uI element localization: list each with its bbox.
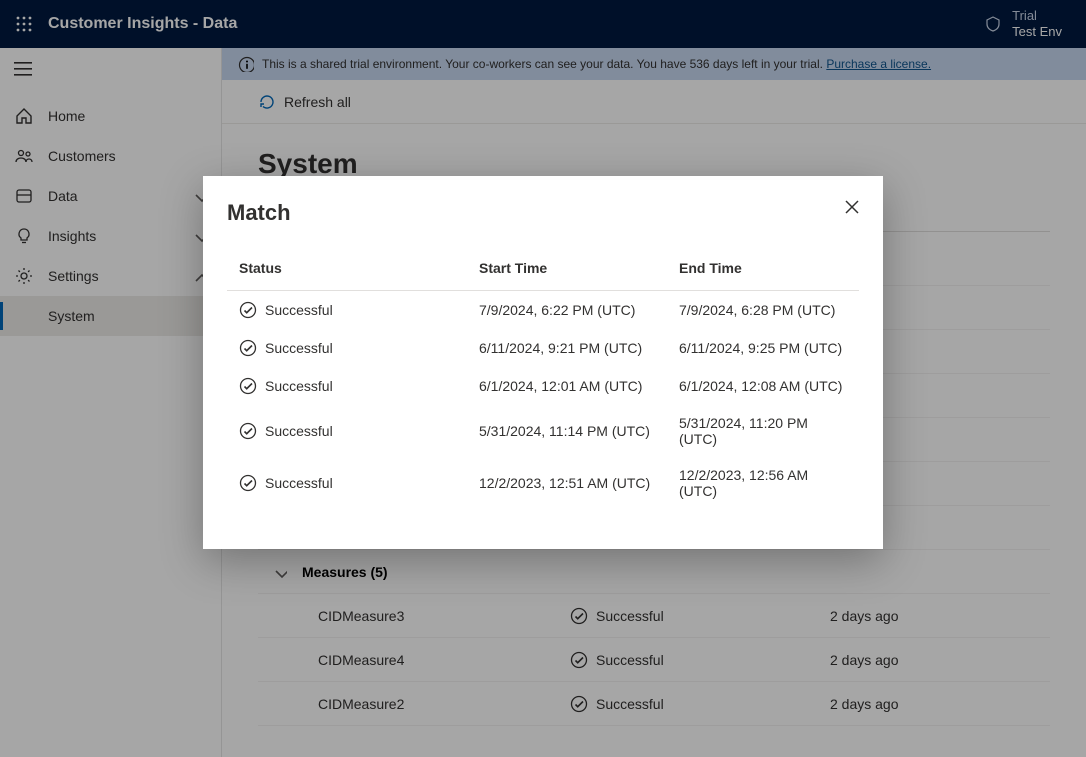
- row-start-time: 6/1/2024, 12:01 AM (UTC): [479, 378, 679, 394]
- modal-overlay[interactable]: Match Status Start Time End Time Success…: [0, 0, 1086, 757]
- close-icon: [843, 198, 861, 216]
- row-start-time: 5/31/2024, 11:14 PM (UTC): [479, 423, 679, 439]
- row-end-time: 6/11/2024, 9:25 PM (UTC): [679, 340, 847, 356]
- row-start-time: 6/11/2024, 9:21 PM (UTC): [479, 340, 679, 356]
- row-end-time: 12/2/2023, 12:56 AM (UTC): [679, 467, 847, 499]
- check-circle-icon: [239, 377, 257, 395]
- row-status: Successful: [239, 377, 479, 395]
- modal-title: Match: [227, 200, 859, 226]
- row-status: Successful: [239, 474, 479, 492]
- check-circle-icon: [239, 301, 257, 319]
- row-end-time: 6/1/2024, 12:08 AM (UTC): [679, 378, 847, 394]
- col-status: Status: [239, 260, 479, 276]
- row-start-time: 12/2/2023, 12:51 AM (UTC): [479, 475, 679, 491]
- modal-row: Successful 12/2/2023, 12:51 AM (UTC) 12/…: [227, 457, 859, 509]
- modal-row: Successful 6/1/2024, 12:01 AM (UTC) 6/1/…: [227, 367, 859, 405]
- col-end: End Time: [679, 260, 847, 276]
- row-start-time: 7/9/2024, 6:22 PM (UTC): [479, 302, 679, 318]
- row-end-time: 5/31/2024, 11:20 PM (UTC): [679, 415, 847, 447]
- row-status: Successful: [239, 422, 479, 440]
- row-status: Successful: [239, 339, 479, 357]
- modal-row: Successful 7/9/2024, 6:22 PM (UTC) 7/9/2…: [227, 291, 859, 329]
- modal-row: Successful 6/11/2024, 9:21 PM (UTC) 6/11…: [227, 329, 859, 367]
- modal-row: Successful 5/31/2024, 11:14 PM (UTC) 5/3…: [227, 405, 859, 457]
- check-circle-icon: [239, 422, 257, 440]
- row-end-time: 7/9/2024, 6:28 PM (UTC): [679, 302, 847, 318]
- col-start: Start Time: [479, 260, 679, 276]
- check-circle-icon: [239, 339, 257, 357]
- match-modal: Match Status Start Time End Time Success…: [203, 176, 883, 549]
- check-circle-icon: [239, 474, 257, 492]
- modal-close-button[interactable]: [843, 198, 861, 216]
- row-status: Successful: [239, 301, 479, 319]
- modal-table-header: Status Start Time End Time: [227, 260, 859, 291]
